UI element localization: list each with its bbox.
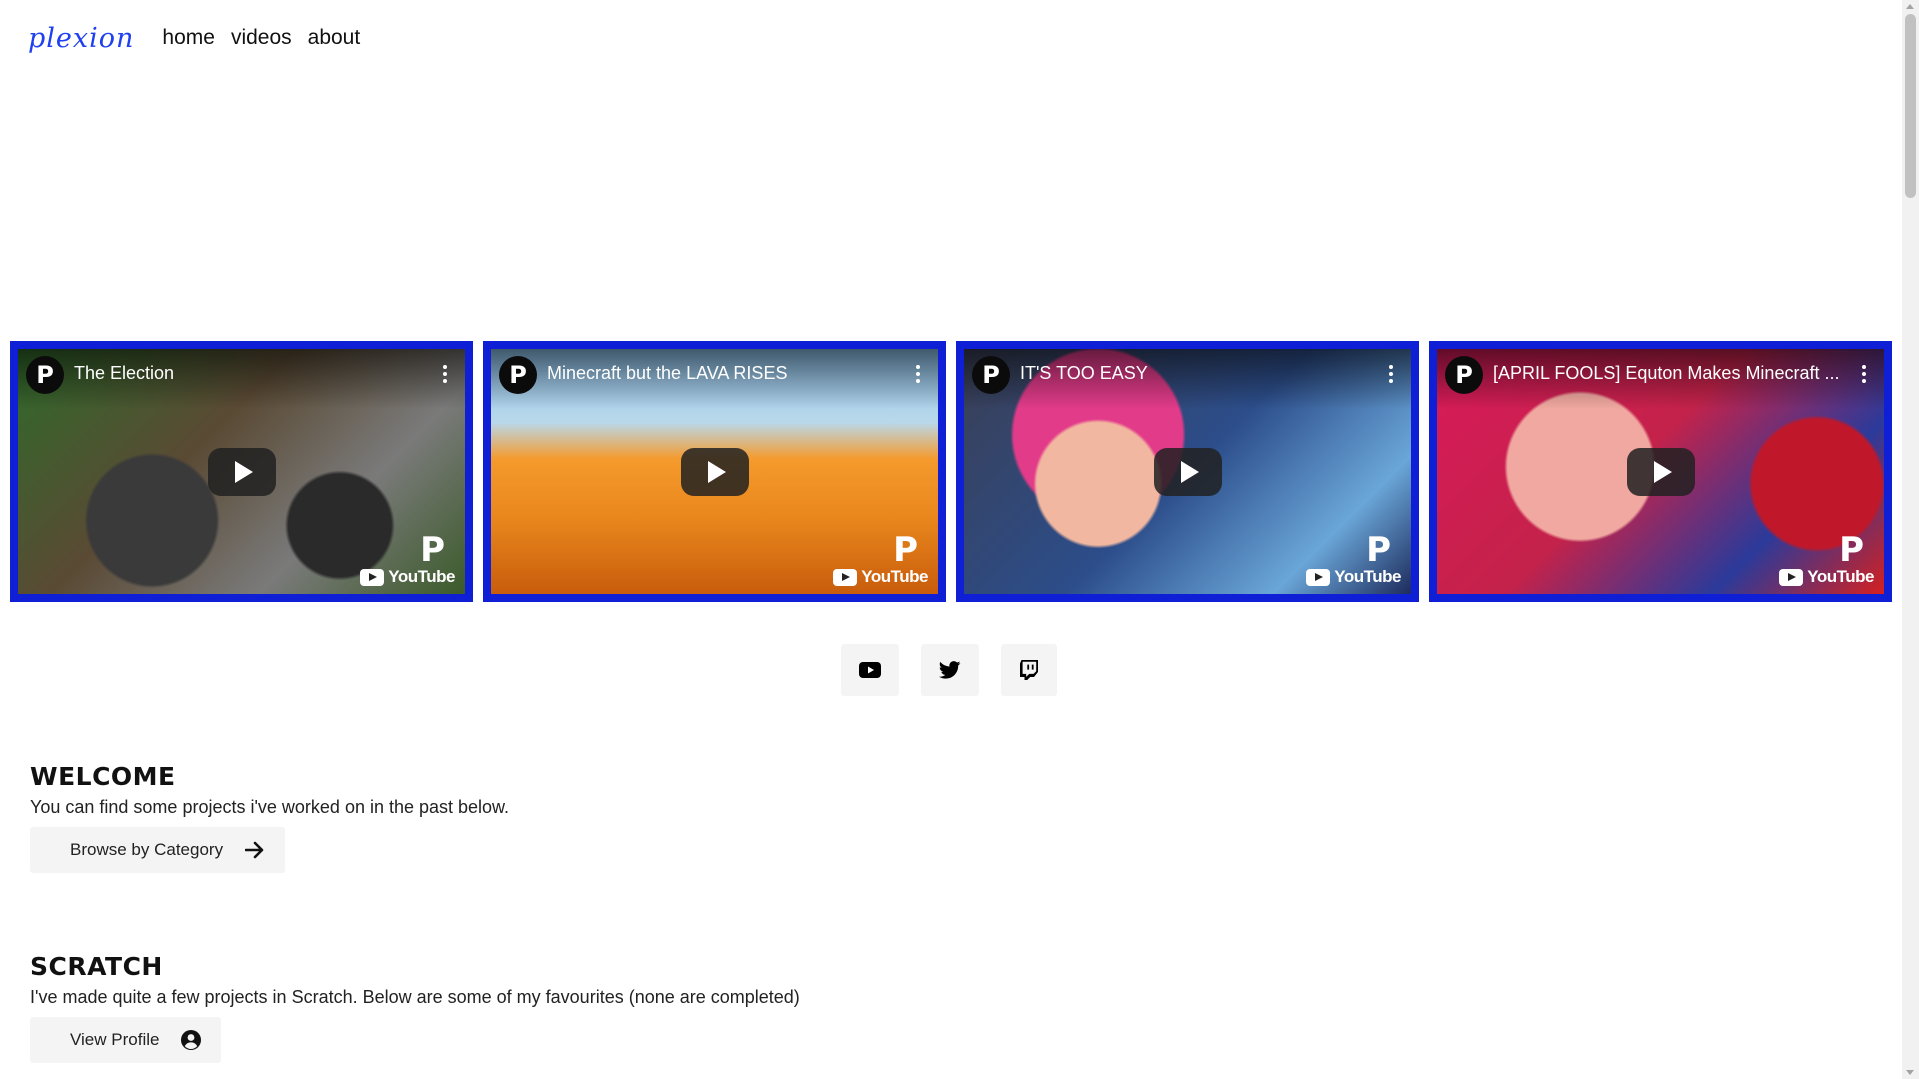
twitter-icon — [939, 661, 961, 679]
video-embed[interactable]: P Minecraft but the LAVA RISES P YouTube — [483, 341, 946, 602]
play-button[interactable] — [1153, 447, 1222, 496]
top-nav: plexion home videos about — [28, 18, 376, 58]
view-profile-label: View Profile — [70, 1030, 160, 1049]
youtube-wordmark: YouTube — [1334, 567, 1401, 586]
view-profile-button[interactable]: View Profile — [30, 1017, 222, 1063]
site-logo[interactable]: plexion — [28, 23, 134, 54]
browse-by-category-button[interactable]: Browse by Category — [30, 827, 286, 873]
arrow-right-icon — [245, 841, 264, 859]
scroll-down-icon[interactable] — [1906, 1070, 1914, 1075]
youtube-icon — [859, 662, 881, 678]
youtube-wordmark: YouTube — [1807, 567, 1874, 586]
youtube-brand[interactable]: YouTube — [833, 567, 928, 587]
more-options-icon[interactable] — [912, 361, 924, 387]
play-button[interactable] — [1626, 447, 1695, 496]
scrollbar-thumb[interactable] — [1905, 14, 1916, 198]
scratch-text: I've made quite a few projects in Scratc… — [30, 987, 800, 1007]
video-embed[interactable]: P The Election P YouTube — [10, 341, 473, 602]
browse-by-category-label: Browse by Category — [70, 840, 224, 859]
youtube-brand[interactable]: YouTube — [360, 567, 455, 587]
more-options-icon[interactable] — [439, 361, 451, 387]
user-circle-icon — [181, 1030, 202, 1050]
play-button[interactable] — [207, 447, 276, 496]
youtube-logo-icon — [1779, 568, 1804, 586]
more-options-icon[interactable] — [1385, 361, 1397, 387]
channel-watermark-icon: P — [893, 530, 918, 570]
youtube-brand[interactable]: YouTube — [1779, 567, 1874, 587]
nav-link-videos[interactable]: videos — [231, 26, 292, 50]
scratch-section: SCRATCH I've made quite a few projects i… — [30, 952, 800, 1063]
scratch-heading: SCRATCH — [30, 952, 163, 981]
video-title[interactable]: Minecraft but the LAVA RISES — [547, 363, 894, 384]
video-title[interactable]: The Election — [74, 363, 421, 384]
video-thumbnail[interactable]: P Minecraft but the LAVA RISES P YouTube — [491, 349, 938, 594]
youtube-wordmark: YouTube — [388, 567, 455, 586]
channel-watermark-icon: P — [1839, 530, 1864, 570]
welcome-section: WELCOME You can find some projects i've … — [30, 762, 509, 873]
video-embed[interactable]: P IT'S TOO EASY P YouTube — [956, 341, 1419, 602]
youtube-logo-icon — [1306, 568, 1331, 586]
more-options-icon[interactable] — [1858, 361, 1870, 387]
nav-link-home[interactable]: home — [162, 26, 215, 50]
nav-link-about[interactable]: about — [308, 26, 361, 50]
youtube-logo-icon — [833, 568, 858, 586]
video-embed[interactable]: P [APRIL FOOLS] Equton Makes Minecraft .… — [1429, 341, 1892, 602]
channel-watermark-icon: P — [420, 530, 445, 570]
video-thumbnail[interactable]: P The Election P YouTube — [18, 349, 465, 594]
video-title[interactable]: IT'S TOO EASY — [1020, 363, 1367, 384]
youtube-wordmark: YouTube — [861, 567, 928, 586]
welcome-heading: WELCOME — [30, 762, 176, 791]
channel-avatar[interactable]: P — [26, 356, 64, 394]
twitch-icon — [1020, 660, 1038, 680]
twitter-link-button[interactable] — [921, 644, 979, 696]
scroll-up-icon[interactable] — [1906, 4, 1914, 9]
welcome-text: You can find some projects i've worked o… — [30, 797, 510, 817]
youtube-logo-icon — [360, 568, 385, 586]
page-scrollbar[interactable] — [1902, 0, 1919, 1079]
channel-avatar[interactable]: P — [499, 356, 537, 394]
youtube-brand[interactable]: YouTube — [1306, 567, 1401, 587]
video-thumbnail[interactable]: P IT'S TOO EASY P YouTube — [964, 349, 1411, 594]
channel-avatar[interactable]: P — [972, 356, 1010, 394]
play-button[interactable] — [680, 447, 749, 496]
social-links — [841, 644, 1057, 696]
channel-avatar[interactable]: P — [1445, 356, 1483, 394]
youtube-link-button[interactable] — [841, 644, 899, 696]
video-title[interactable]: [APRIL FOOLS] Equton Makes Minecraft ... — [1493, 363, 1840, 384]
video-row: P The Election P YouTube P Minecraft but… — [10, 341, 1892, 602]
video-thumbnail[interactable]: P [APRIL FOOLS] Equton Makes Minecraft .… — [1437, 349, 1884, 594]
twitch-link-button[interactable] — [1001, 644, 1057, 696]
channel-watermark-icon: P — [1366, 530, 1391, 570]
